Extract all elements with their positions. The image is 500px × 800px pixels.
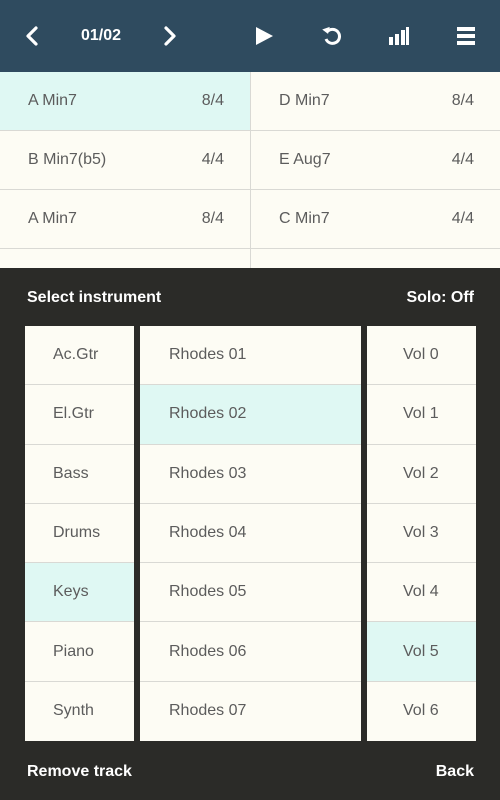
loop-icon <box>322 26 341 45</box>
instrument-item[interactable]: Rhodes 06 <box>140 622 361 682</box>
chord-time: 4/4 <box>451 210 474 227</box>
category-item[interactable]: Ac.Gtr <box>25 326 134 386</box>
volume-list: Vol 0 Vol 1 Vol 2 Vol 3 Vol 4 Vol 5 Vol … <box>367 326 476 741</box>
category-list: Ac.Gtr El.Gtr Bass Drums Keys Piano Synt… <box>25 326 134 741</box>
chevron-right-icon <box>164 26 176 46</box>
chord-cell[interactable]: B Min7(b5) 4/4 <box>0 131 250 190</box>
hamburger-menu-icon <box>457 27 475 45</box>
play-icon <box>256 27 273 45</box>
instrument-list: Rhodes 01 Rhodes 02 Rhodes 03 Rhodes 04 … <box>140 326 361 741</box>
instrument-item[interactable]: Rhodes 05 <box>140 563 361 623</box>
chord-cell-empty[interactable] <box>0 249 250 268</box>
next-page-button[interactable] <box>152 0 188 72</box>
page-indicator: 01/02 <box>80 27 122 44</box>
instrument-item[interactable]: Rhodes 01 <box>140 326 361 386</box>
instrument-item[interactable]: Rhodes 02 <box>140 385 361 445</box>
instrument-item[interactable]: Rhodes 03 <box>140 445 361 504</box>
category-item[interactable]: Piano <box>25 622 134 682</box>
chord-time: 8/4 <box>201 92 224 109</box>
chord-name: E Aug7 <box>279 151 331 168</box>
chord-name: A Min7 <box>28 210 77 227</box>
play-button[interactable] <box>244 0 284 72</box>
chord-cell[interactable]: E Aug7 4/4 <box>251 131 500 190</box>
category-item[interactable]: Keys <box>25 563 134 623</box>
chord-time: 4/4 <box>451 151 474 168</box>
volume-item[interactable]: Vol 6 <box>367 682 476 741</box>
chevron-left-icon <box>26 26 38 46</box>
menu-button[interactable] <box>446 0 486 72</box>
volume-item[interactable]: Vol 5 <box>367 622 476 682</box>
instrument-item[interactable]: Rhodes 04 <box>140 504 361 564</box>
chord-cell[interactable]: A Min7 8/4 <box>0 72 250 131</box>
volume-item[interactable]: Vol 3 <box>367 504 476 564</box>
volume-item[interactable]: Vol 1 <box>367 385 476 445</box>
back-button[interactable]: Back <box>436 763 474 781</box>
solo-toggle[interactable]: Solo: Off <box>406 289 474 307</box>
top-toolbar: 01/02 <box>0 0 500 72</box>
volume-item[interactable]: Vol 2 <box>367 445 476 504</box>
chord-time: 4/4 <box>201 151 224 168</box>
remove-track-button[interactable]: Remove track <box>27 763 132 781</box>
category-item[interactable]: Drums <box>25 504 134 564</box>
category-item[interactable]: Bass <box>25 445 134 504</box>
chord-name: A Min7 <box>28 92 77 109</box>
chord-time: 8/4 <box>451 92 474 109</box>
chord-grid: A Min7 8/4 D Min7 8/4 B Min7(b5) 4/4 E A… <box>0 72 500 268</box>
panel-title: Select instrument <box>27 289 162 306</box>
loop-button[interactable] <box>312 0 352 72</box>
chord-name: D Min7 <box>279 92 330 109</box>
levels-button[interactable] <box>379 0 419 72</box>
instrument-panel-header: Select instrument Solo: Off <box>0 268 500 326</box>
bar-chart-icon <box>389 27 409 45</box>
chord-cell[interactable]: D Min7 8/4 <box>251 72 500 131</box>
chord-cell[interactable]: A Min7 8/4 <box>0 190 250 249</box>
instrument-item[interactable]: Rhodes 07 <box>140 682 361 741</box>
footer: Remove track Back <box>0 741 500 800</box>
chord-cell[interactable]: C Min7 4/4 <box>251 190 500 249</box>
volume-item[interactable]: Vol 4 <box>367 563 476 623</box>
chord-cell-empty[interactable] <box>251 249 500 268</box>
chord-time: 8/4 <box>201 210 224 227</box>
chord-name: C Min7 <box>279 210 330 227</box>
category-item[interactable]: El.Gtr <box>25 385 134 445</box>
category-item[interactable]: Synth <box>25 682 134 741</box>
chord-name: B Min7(b5) <box>28 151 107 168</box>
volume-item[interactable]: Vol 0 <box>367 326 476 386</box>
prev-page-button[interactable] <box>14 0 50 72</box>
